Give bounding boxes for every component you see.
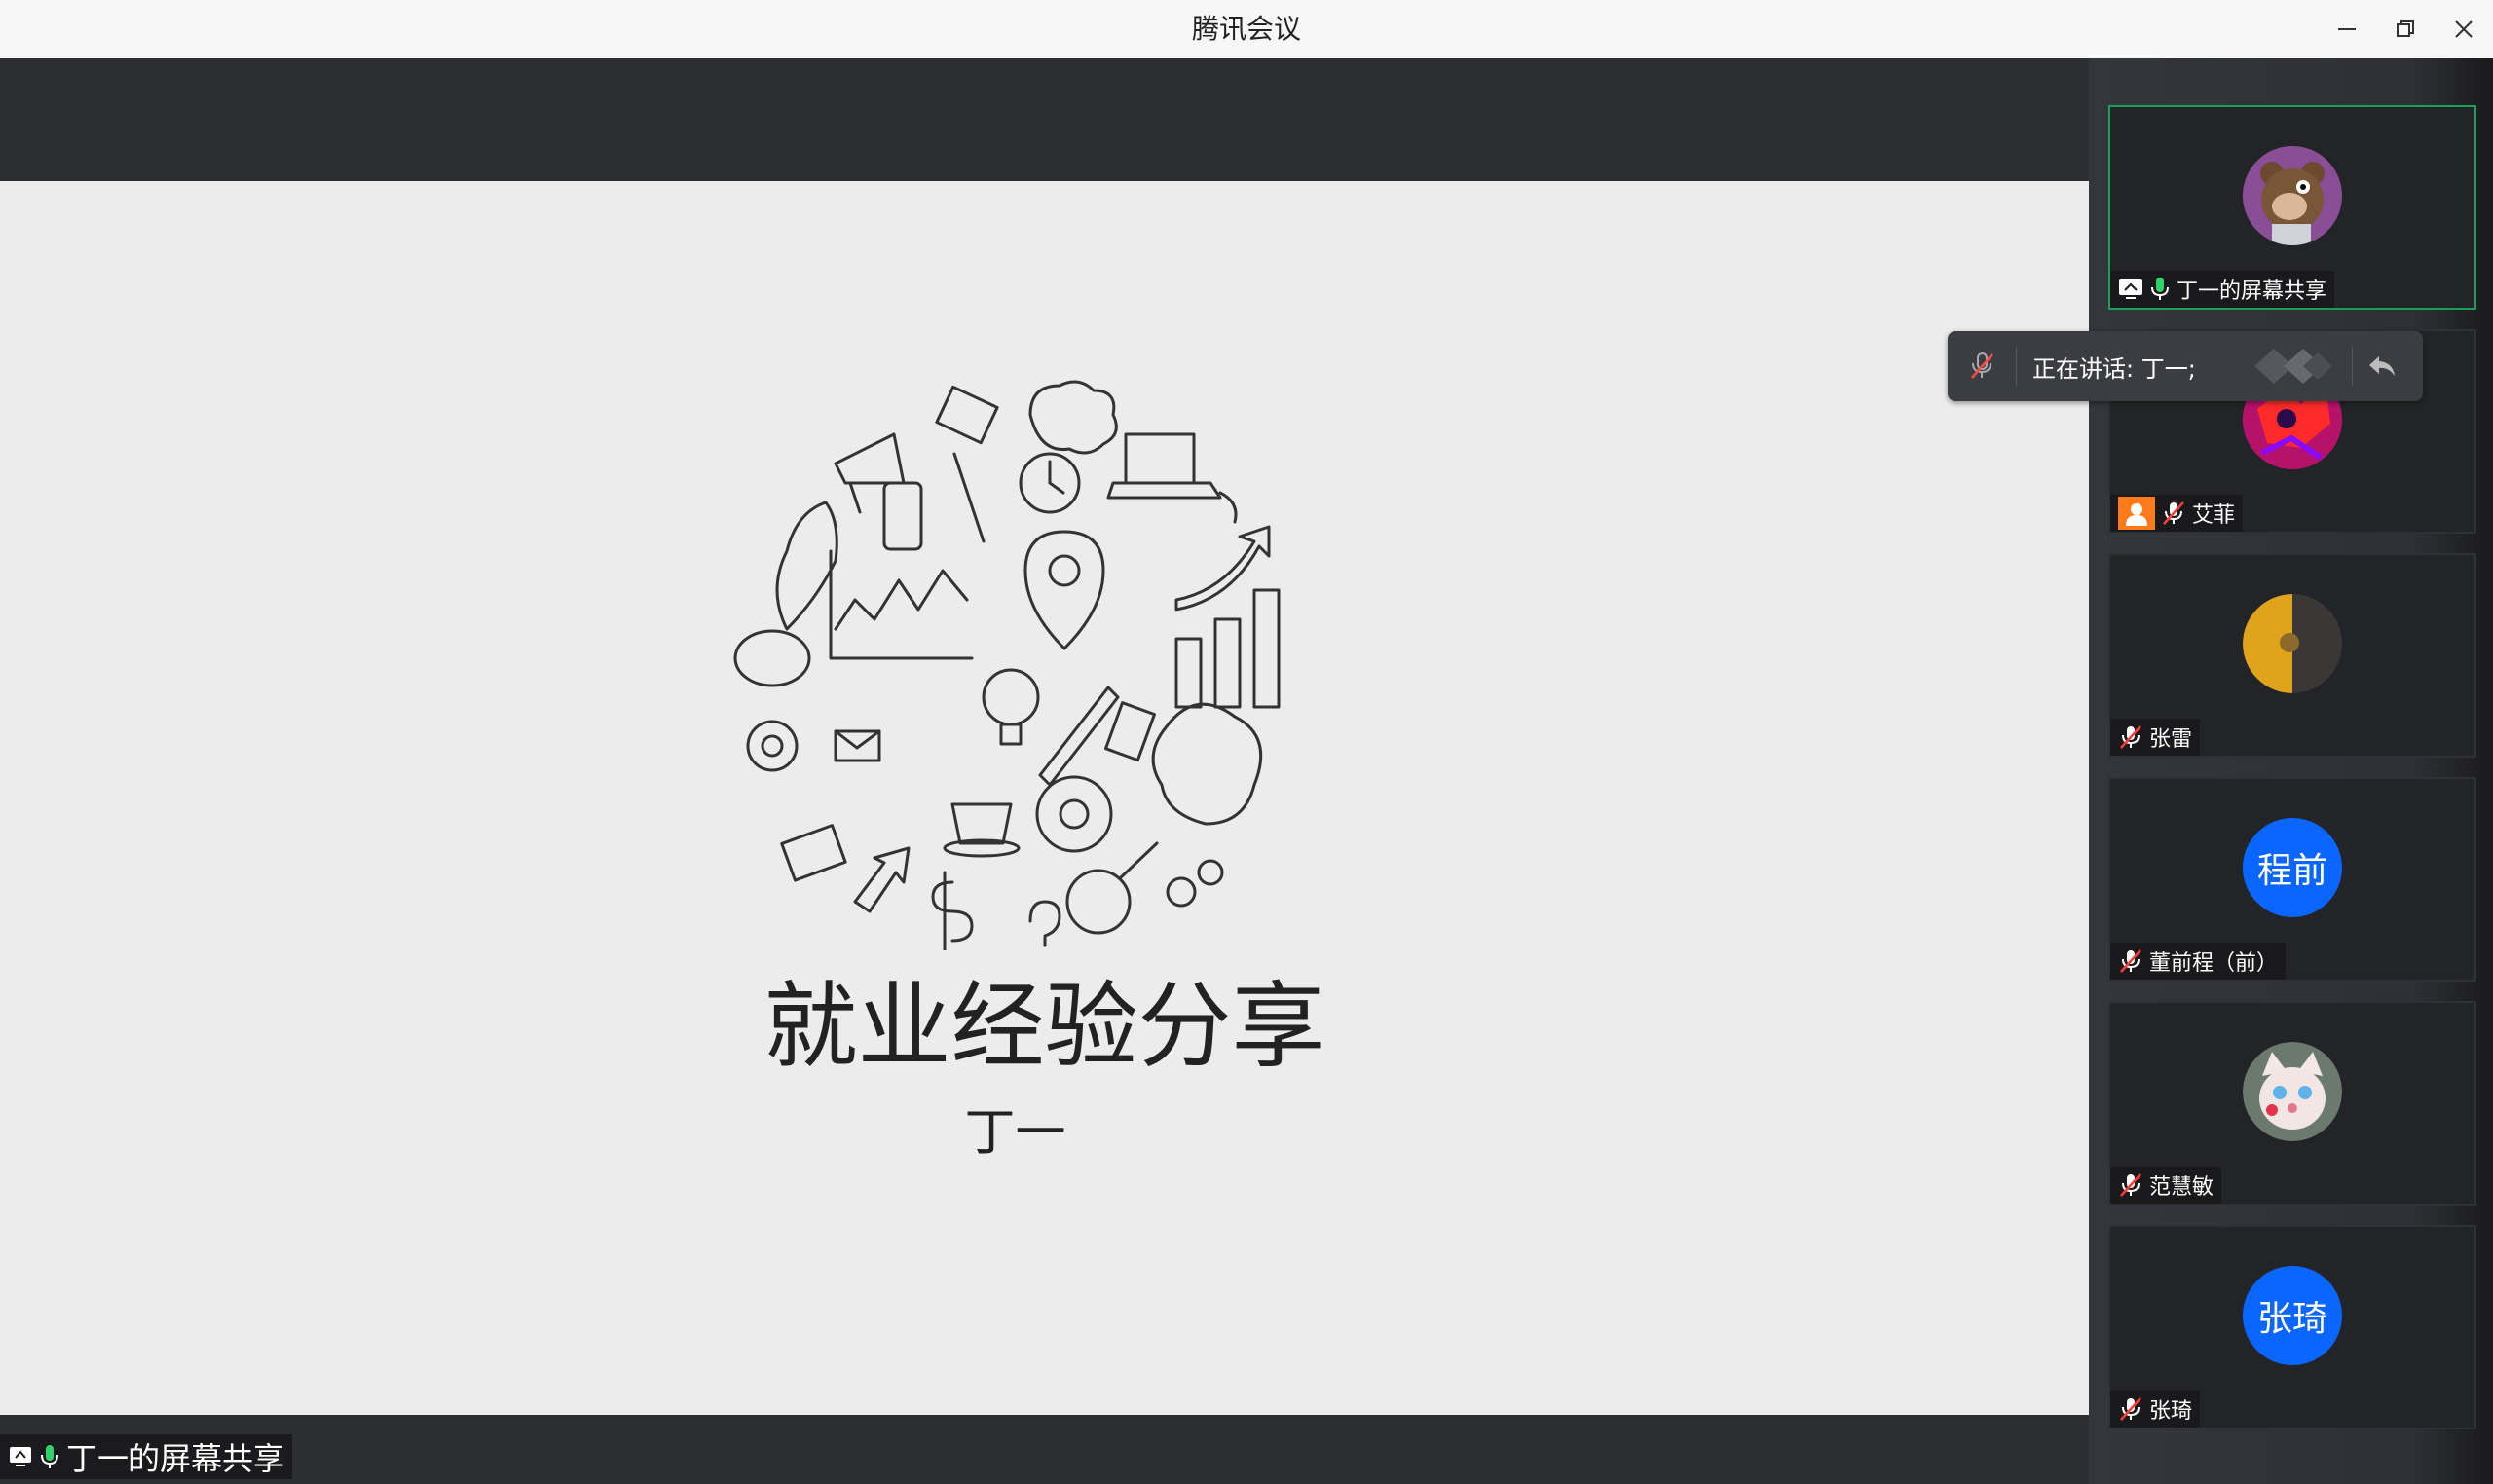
speaking-banner: 正在讲话: 丁一; [1948, 331, 2423, 401]
mic-on-icon [39, 1443, 60, 1470]
speaking-text: 正在讲话: 丁一; [2032, 354, 2196, 383]
moon-avatar [2243, 594, 2342, 693]
participant-name-tag: 范慧敏 [2110, 1167, 2222, 1204]
participant-tile[interactable]: 张琦 张琦 [2108, 1225, 2476, 1429]
title-bar: 腾讯会议 [0, 0, 2493, 59]
cat-avatar [2243, 1042, 2342, 1141]
participant-name-tag: 张琦 [2110, 1391, 2201, 1428]
mic-muted-icon [2118, 1396, 2143, 1422]
participant-name-tag: 丁一的屏幕共享 [2110, 271, 2335, 308]
participant-tile[interactable]: 范慧敏 [2108, 1001, 2476, 1206]
text-avatar: 程前 [2243, 818, 2342, 917]
screen-share-icon [8, 1444, 33, 1469]
participant-name: 张琦 [2149, 1399, 2193, 1424]
participant-name-tag: 张雷 [2110, 719, 2201, 756]
mic-muted-icon [2118, 724, 2143, 750]
participant-name: 丁一的屏幕共享 [2177, 279, 2327, 304]
bear-avatar [2243, 146, 2342, 245]
text-avatar: 张琦 [2243, 1266, 2342, 1365]
screen-share-area: 就业经验分享 丁一 丁一的屏幕共享 [0, 58, 2089, 1484]
slide-title: 就业经验分享 [763, 972, 1325, 1081]
user-icon [2118, 497, 2155, 530]
mic-muted-icon [2118, 948, 2143, 974]
mic-muted-icon [2118, 1172, 2143, 1198]
business-doodle-illustration [733, 380, 1281, 950]
participant-sidebar: 丁一的屏幕共享 艾菲 张雷 程前 董前程（前） 范慧敏 张琦 张琦 [2089, 58, 2493, 1484]
restore-icon[interactable] [2386, 10, 2425, 49]
screen-share-label: 丁一的屏幕共享 [66, 1440, 285, 1477]
screen-share-tag: 丁一的屏幕共享 [0, 1434, 293, 1479]
mic-muted-icon [2161, 501, 2186, 526]
window-title: 腾讯会议 [1191, 13, 1301, 45]
shared-slide: 就业经验分享 丁一 [0, 181, 2089, 1415]
speaker-avatars-icon [2245, 347, 2342, 386]
divider [2016, 347, 2017, 386]
participant-name: 张雷 [2149, 727, 2193, 752]
participant-name: 范慧敏 [2149, 1175, 2214, 1200]
reply-icon[interactable] [2353, 353, 2411, 379]
participant-name: 艾菲 [2192, 503, 2236, 528]
participant-tile[interactable]: 张雷 [2108, 553, 2476, 758]
screen-share-icon [2118, 278, 2143, 301]
participant-tile[interactable]: 丁一的屏幕共享 [2108, 105, 2476, 310]
participant-name-tag: 艾菲 [2110, 495, 2244, 532]
close-icon[interactable] [2444, 10, 2483, 49]
participant-name: 董前程（前） [2149, 951, 2279, 976]
minimize-icon[interactable] [2327, 10, 2366, 49]
participant-name-tag: 董前程（前） [2110, 943, 2287, 980]
mic-on-icon [2149, 277, 2171, 302]
participant-tile[interactable]: 程前 董前程（前） [2108, 777, 2476, 982]
mic-muted-icon[interactable] [1948, 352, 2016, 381]
slide-subtitle: 丁一 [964, 1104, 1066, 1163]
